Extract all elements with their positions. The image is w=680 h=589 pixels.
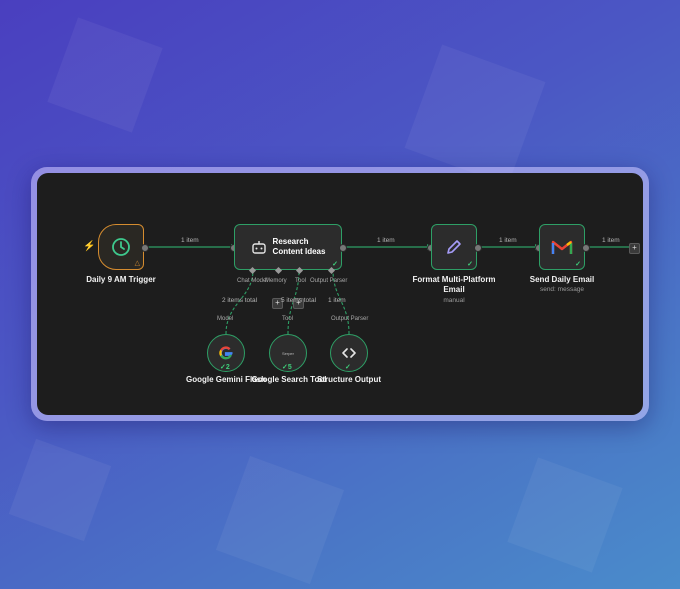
gemini-node[interactable]: ✓2	[207, 334, 245, 372]
format-label-line2: Email	[443, 285, 465, 294]
send-email-node[interactable]: ✓	[539, 224, 585, 270]
success-check-icon: ✓	[345, 364, 351, 371]
trigger-node[interactable]: △	[98, 224, 144, 270]
output-handle[interactable]	[141, 244, 149, 252]
edge-label: 1 item	[499, 237, 517, 244]
output-handle[interactable]	[582, 244, 590, 252]
google-icon	[219, 346, 233, 360]
port-label-chat-model: Chat Model	[237, 278, 268, 284]
gmail-icon	[551, 240, 573, 254]
model-label: Model	[217, 316, 234, 322]
search-tool-node[interactable]: Serper ✓5	[269, 334, 307, 372]
format-label: Format Multi-Platform Email	[404, 275, 504, 295]
warning-icon: △	[134, 260, 140, 267]
bg-tile	[404, 44, 546, 186]
port-label-memory: Memory	[265, 278, 287, 284]
clock-icon	[112, 238, 130, 256]
send-email-subtitle: send: message	[539, 286, 585, 293]
edge-label: 2 items total	[222, 297, 258, 304]
bg-tile	[8, 438, 112, 542]
robot-icon	[251, 241, 266, 254]
serper-logo: Serper	[281, 350, 294, 356]
success-check-icon: ✓5	[282, 364, 292, 371]
lightning-icon: ⚡	[83, 241, 96, 252]
agent-node[interactable]: Research Content Ideas ✓	[234, 224, 342, 270]
output-handle[interactable]	[339, 244, 347, 252]
structure-output-node[interactable]: ✓	[330, 334, 368, 372]
tool-label: Tool	[282, 316, 294, 322]
code-icon	[342, 348, 356, 358]
port-label-tool: Tool	[295, 278, 307, 284]
bg-tile	[507, 457, 623, 573]
structure-output-label: Structure Output	[317, 375, 381, 384]
edge-label: 1 item	[377, 237, 395, 244]
search-run-count: 5	[287, 364, 292, 371]
parser-label: Output Parser	[331, 316, 369, 322]
bg-tile	[47, 17, 163, 133]
port-label-output-parser: Output Parser	[310, 278, 348, 284]
format-subtitle: manual	[443, 297, 465, 304]
edge-label: 1 item	[328, 297, 346, 304]
agent-title-line1: Research	[272, 237, 309, 246]
trigger-label: Daily 9 AM Trigger	[86, 275, 156, 284]
success-check-icon: ✓	[575, 261, 581, 268]
send-email-label: Send Daily Email	[529, 275, 595, 284]
bg-tile	[215, 455, 345, 585]
gemini-run-count: 2	[225, 364, 230, 371]
format-node[interactable]: ✓	[431, 224, 477, 270]
add-node-button[interactable]: +	[629, 243, 640, 254]
agent-title: Research Content Ideas	[273, 237, 326, 257]
edge-label: 1 item	[181, 237, 199, 244]
success-check-icon: ✓	[332, 261, 338, 268]
edge-label: 1 item	[602, 237, 620, 244]
format-label-line1: Format Multi-Platform	[412, 275, 496, 284]
agent-title-line2: Content Ideas	[272, 247, 326, 256]
edge-label: 5 items total	[281, 297, 317, 304]
success-check-icon: ✓2	[220, 364, 230, 371]
output-handle[interactable]	[474, 244, 482, 252]
workflow-canvas[interactable]: ⚡ △ Daily 9 AM Trigger 1 item Research C…	[37, 173, 643, 415]
pen-icon	[447, 240, 461, 254]
success-check-icon: ✓	[467, 261, 473, 268]
